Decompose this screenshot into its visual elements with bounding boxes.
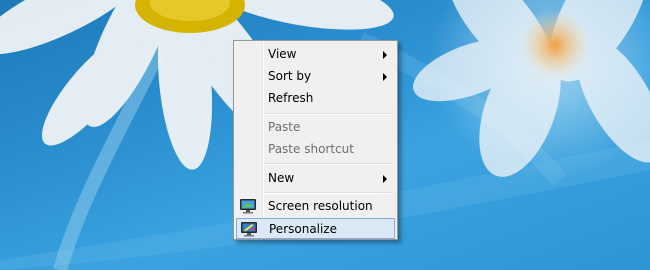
menu-item-refresh[interactable]: Refresh [236,88,395,109]
menu-item-label: Personalize [269,222,338,236]
menu-item-sort-by[interactable]: Sort by [236,66,395,87]
monitor-icon [240,199,256,214]
menu-item-new[interactable]: New [236,168,395,189]
submenu-arrow-icon [383,175,387,183]
menu-separator [264,113,394,115]
menu-item-label: Paste [268,120,301,134]
menu-item-paste-shortcut[interactable]: Paste shortcut [236,139,395,160]
menu-separator [264,163,394,165]
desktop-context-menu: View Sort by Refresh Paste Paste shortcu… [233,40,398,240]
menu-item-screen-resolution[interactable]: Screen resolution [236,196,395,217]
menu-item-label: View [268,47,297,61]
menu-separator [264,192,394,194]
menu-item-paste[interactable]: Paste [236,117,395,138]
submenu-arrow-icon [383,73,387,81]
menu-item-label: New [268,171,295,185]
submenu-arrow-icon [383,51,387,59]
menu-item-personalize[interactable]: Personalize [236,218,395,239]
menu-item-label: Refresh [268,91,314,105]
menu-item-label: Sort by [268,69,312,83]
menu-item-label: Screen resolution [268,199,373,213]
menu-item-label: Paste shortcut [268,142,354,156]
personalize-monitor-icon [241,222,257,237]
menu-item-view[interactable]: View [236,44,395,65]
